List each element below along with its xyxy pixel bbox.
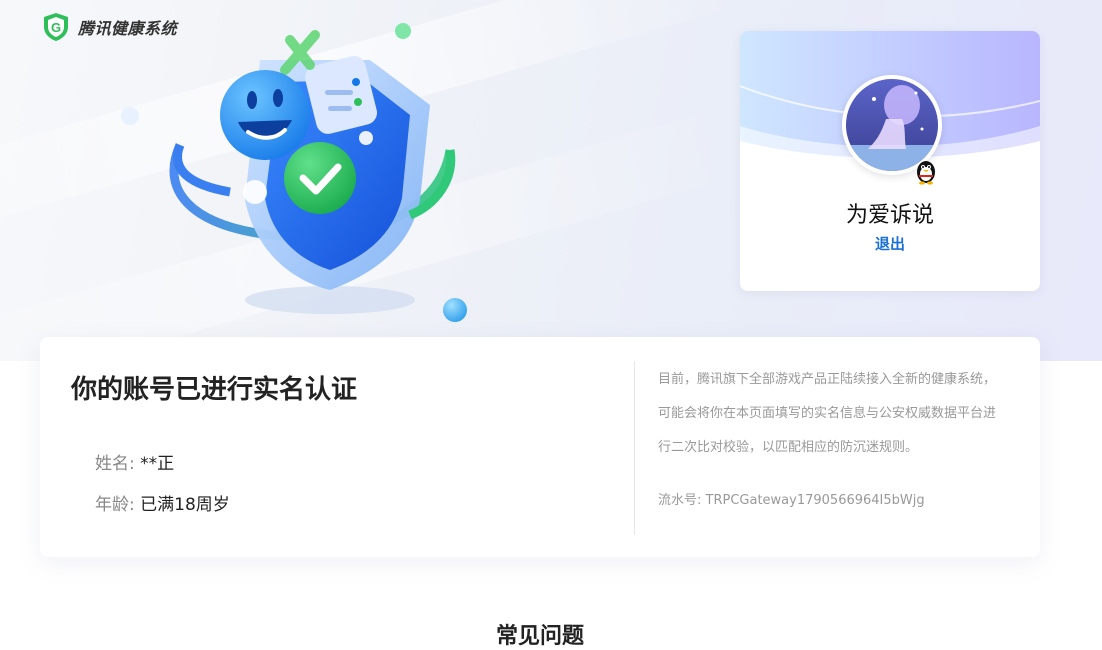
- svg-text:G: G: [51, 20, 61, 35]
- age-value: 已满18周岁: [140, 495, 230, 515]
- verification-title: 你的账号已进行实名认证: [71, 375, 358, 405]
- serial-label: 流水号:: [658, 493, 706, 508]
- serial-number: 流水号: TRPCGateway1790566964I5bWjg: [658, 489, 925, 508]
- shield-mascot-illustration-icon: [121, 23, 467, 322]
- avatar-image: [846, 79, 938, 171]
- age-label: 年龄:: [95, 495, 135, 515]
- health-system-notice: 目前，腾讯旗下全部游戏产品正陆续接入全新的健康系统，可能会将你在本页面填写的实名…: [658, 372, 997, 455]
- name-label: 姓名:: [95, 454, 135, 474]
- verification-card: 你的账号已进行实名认证 姓名: **正 年龄: 已满18周岁 目前，腾讯旗下全部…: [40, 337, 1040, 557]
- hero-banner: G 腾讯健康系统 为爱诉说 退出: [0, 0, 1102, 361]
- faq-section-title: 常见问题: [495, 624, 584, 649]
- serial-value: TRPCGateway1790566964I5bWjg: [705, 493, 925, 508]
- name-row: 姓名: **正: [95, 449, 174, 474]
- name-value: **正: [140, 454, 175, 474]
- card-divider: [634, 361, 635, 535]
- qq-penguin-icon: [917, 161, 935, 185]
- logout-button[interactable]: 退出: [740, 233, 1040, 254]
- shield-logo-icon: G: [44, 13, 68, 41]
- user-profile-card: 为爱诉说 退出: [740, 31, 1040, 291]
- user-nickname: 为爱诉说: [845, 203, 934, 228]
- age-row: 年龄: 已满18周岁: [95, 490, 230, 515]
